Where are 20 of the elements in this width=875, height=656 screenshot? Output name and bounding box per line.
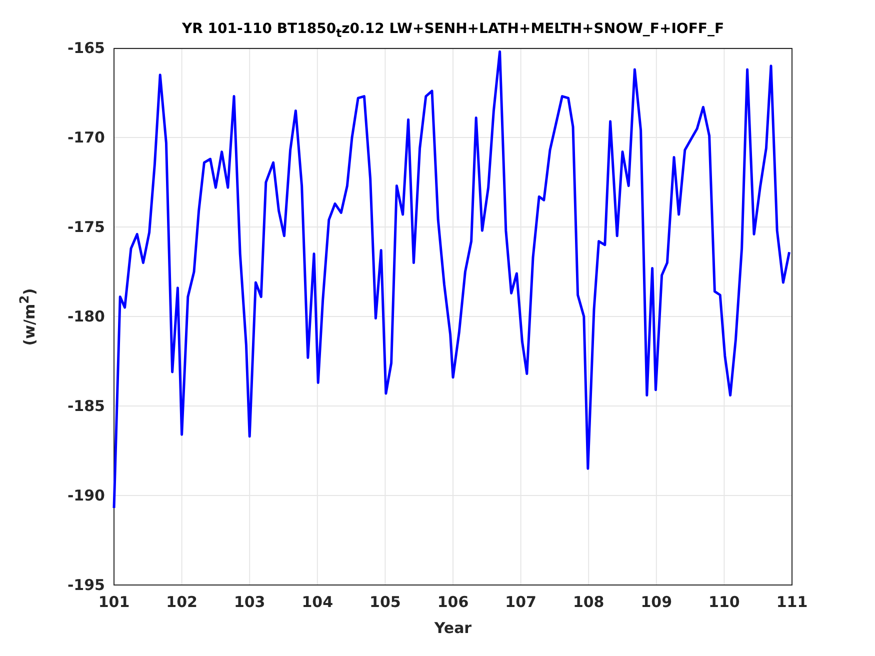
y-tick-label: -185 bbox=[67, 397, 105, 415]
x-tick-label: 102 bbox=[166, 593, 198, 611]
x-tick-label: 110 bbox=[708, 593, 740, 611]
y-tick-label: -190 bbox=[67, 486, 105, 504]
x-tick-label: 108 bbox=[572, 593, 604, 611]
y-tick-label: -170 bbox=[67, 128, 105, 146]
x-tick-label: 107 bbox=[505, 593, 536, 611]
x-tick-label: 106 bbox=[437, 593, 469, 611]
chart-title: YR 101-110 BT1850$_{t}$z0.12 LW+SENH+LATH+MELTH+SNOW_F+IOFF_F bbox=[182, 21, 724, 40]
x-tick-label: 105 bbox=[370, 593, 401, 611]
y-tick-label: -175 bbox=[67, 218, 105, 236]
y-tick-label: -180 bbox=[67, 308, 105, 326]
y-tick-label: -195 bbox=[67, 576, 105, 594]
x-tick-label: 104 bbox=[302, 593, 334, 611]
x-tick-label: 109 bbox=[640, 593, 672, 611]
x-tick-label: 103 bbox=[234, 593, 266, 611]
x-tick-label: 111 bbox=[776, 593, 808, 611]
x-tick-label: 101 bbox=[98, 593, 130, 611]
y-tick-label: -165 bbox=[67, 40, 105, 57]
x-axis-title: Year bbox=[434, 619, 472, 637]
